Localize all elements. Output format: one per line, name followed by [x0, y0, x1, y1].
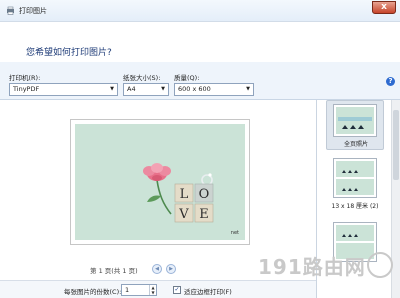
- options-bar: 打印机(R): TinyPDF ▼ 纸张大小(S): A4 ▼ 质量(Q): 6…: [0, 62, 400, 100]
- photo-caption: net: [230, 230, 239, 236]
- scroll-thumb[interactable]: [393, 110, 399, 180]
- checkmark-icon: ✓: [174, 286, 180, 293]
- bottom-bar: 每张图片的份数(C): 1 ▲ ▼ ✓ 适应边框打印(F): [0, 280, 316, 298]
- quality-select[interactable]: 600 x 600 ▼: [174, 83, 254, 96]
- tile-letter-3: V: [178, 207, 189, 222]
- layout-thumbnail: [333, 104, 377, 137]
- quality-value: 600 x 600: [178, 85, 211, 93]
- layout-item-full-page[interactable]: 全页照片: [326, 100, 384, 150]
- window-title: 打印图片: [19, 7, 47, 15]
- full-page-layout-icon: [336, 107, 374, 134]
- photo-preview: L O V E net: [75, 124, 245, 240]
- fit-frame-checkbox[interactable]: ✓: [173, 286, 181, 294]
- tile-letter-2: O: [199, 187, 210, 202]
- title-bar: 打印图片 x: [0, 0, 400, 22]
- tile-letter-4: E: [199, 207, 209, 222]
- paper-size-value: A4: [127, 85, 136, 93]
- close-button[interactable]: x: [372, 1, 396, 14]
- copies-input[interactable]: 1 ▲ ▼: [121, 284, 157, 296]
- page-heading: 您希望如何打印图片?: [26, 48, 112, 58]
- next-page-button[interactable]: ▶: [166, 264, 176, 274]
- printer-value: TinyPDF: [13, 85, 40, 93]
- heading-area: 您希望如何打印图片?: [0, 22, 400, 62]
- copies-stepper[interactable]: ▲ ▼: [149, 285, 156, 295]
- copies-label: 每张图片的份数(C):: [64, 288, 122, 296]
- layout-item-13x18[interactable]: [333, 158, 377, 198]
- chevron-left-icon: ◀: [155, 266, 159, 272]
- paper-size-select[interactable]: A4 ▼: [123, 83, 169, 96]
- paper-size-label: 纸张大小(S):: [123, 74, 161, 82]
- help-icon[interactable]: ?: [386, 77, 395, 86]
- prev-page-button[interactable]: ◀: [152, 264, 162, 274]
- chevron-right-icon: ▶: [169, 266, 173, 272]
- copies-value: 1: [125, 286, 130, 294]
- layout-caption: 全页照片: [343, 141, 368, 148]
- watermark-logo-icon: [367, 252, 393, 278]
- paper-preview: L O V E net: [70, 119, 250, 245]
- chevron-down-icon: ▼: [161, 86, 165, 92]
- page-indicator: 第 1 页(共 1 页): [90, 267, 138, 275]
- chevron-down-icon: ▼: [246, 86, 250, 92]
- layout-caption: 13 x 18 厘米 (2): [331, 203, 379, 210]
- watermark-text: 191路由网: [258, 255, 366, 279]
- chevron-down-icon: ▼: [110, 86, 114, 92]
- quality-label: 质量(Q):: [174, 74, 200, 82]
- printer-select[interactable]: TinyPDF ▼: [9, 83, 118, 96]
- photo-artwork: L O V E: [143, 163, 214, 223]
- printer-label: 打印机(R):: [9, 74, 41, 82]
- tile-letter-1: L: [180, 187, 189, 202]
- fit-frame-label: 适应边框打印(F): [184, 288, 232, 296]
- printer-icon: [7, 6, 14, 15]
- two-up-layout-icon: [336, 161, 374, 195]
